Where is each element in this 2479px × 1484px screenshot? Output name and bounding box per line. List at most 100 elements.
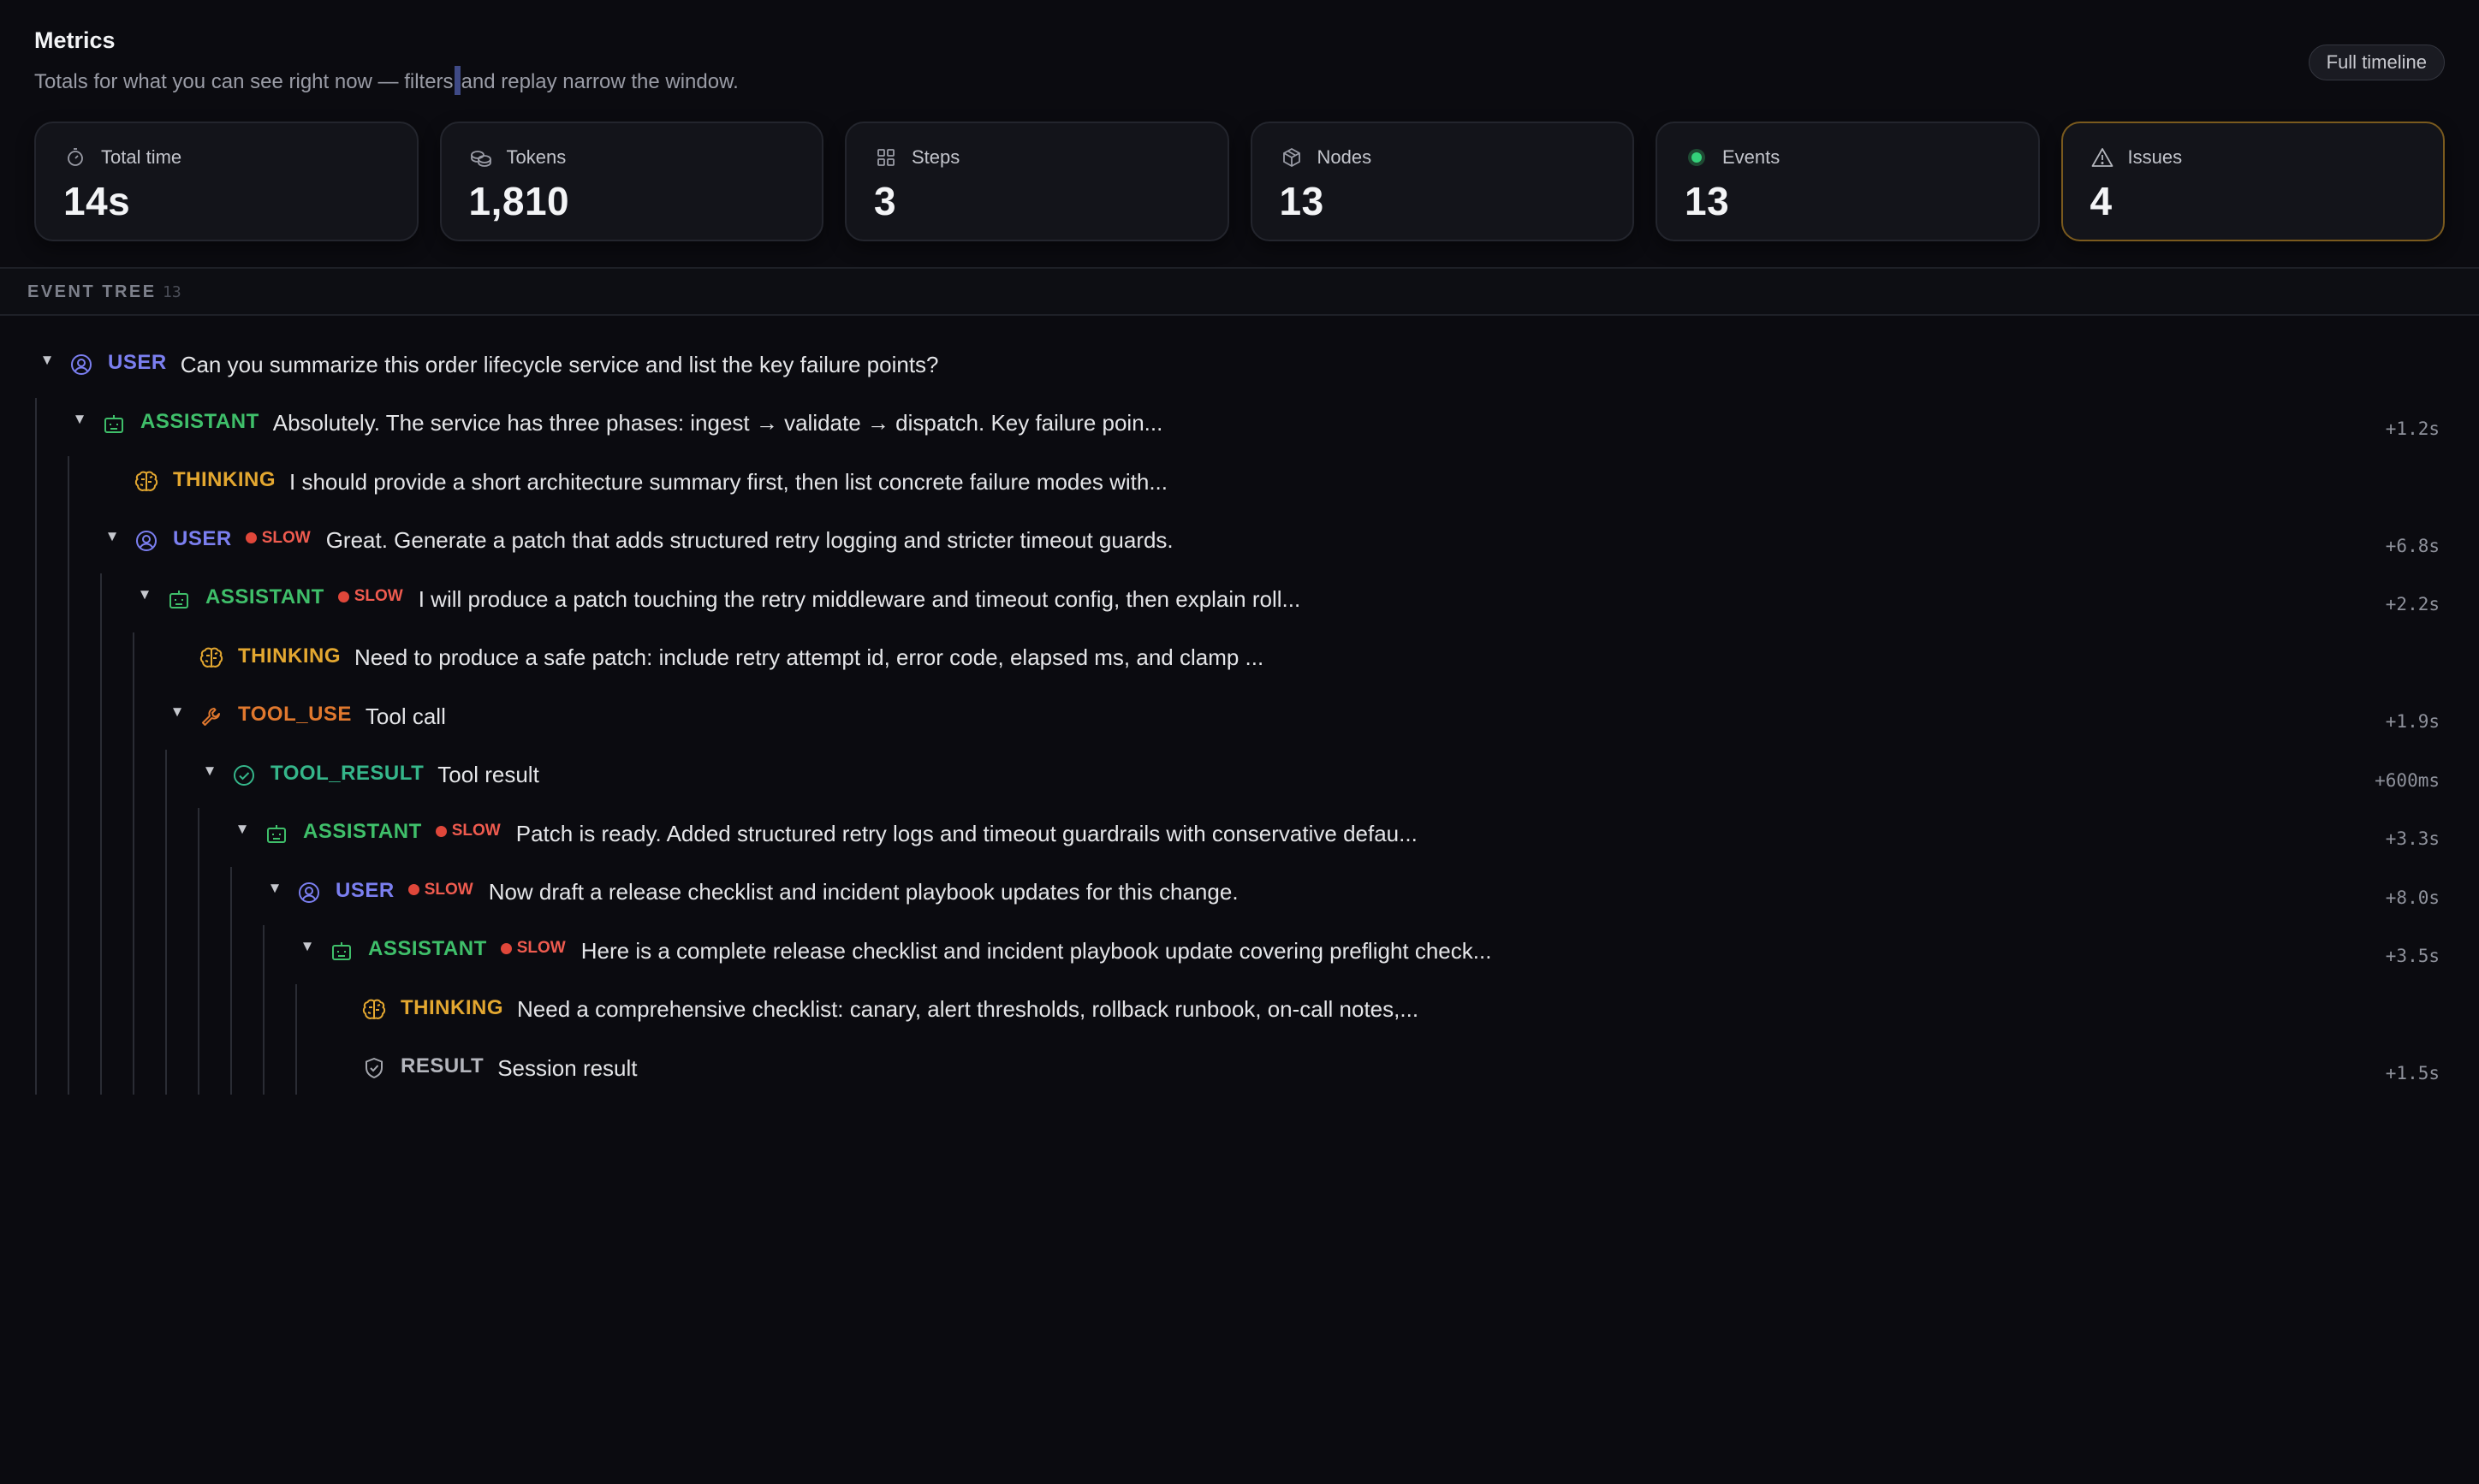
expand-toggle-icon[interactable]: ▼ [265, 880, 284, 897]
user-circle-icon [296, 880, 322, 905]
event-row-assistant[interactable]: ▼ ASSISTANT SLOW Patch is ready. Added stru… [0, 804, 2479, 863]
event-row-tool-use[interactable]: ▼ TOOL_USE Tool call +1.9s [0, 687, 2479, 745]
metric-label: Nodes [1317, 146, 1372, 168]
event-row-content: ▼THINKINGI should provide a short archit… [103, 453, 1168, 511]
event-duration: +1.5s [2385, 1063, 2440, 1083]
expand-toggle-icon[interactable]: ▼ [70, 411, 89, 428]
event-duration: +1.2s [2385, 418, 2440, 439]
slow-badge: SLOW [337, 587, 403, 606]
metric-label: Events [1722, 146, 1780, 168]
expand-toggle-icon[interactable]: ▼ [298, 938, 317, 955]
event-row-user[interactable]: ▼ USER SLOW Great. Generate a patch that ad… [0, 512, 2479, 570]
event-message: Now draft a release checklist and incide… [488, 879, 1239, 905]
event-role: ASSISTANT [205, 585, 324, 608]
event-role: ASSISTANT [140, 409, 259, 433]
event-message: Session result [497, 1054, 638, 1081]
metric-label: Total time [101, 146, 182, 168]
event-row-assistant[interactable]: ▼ ASSISTANT SLOW Here is a complete release… [0, 922, 2479, 980]
event-row-thinking[interactable]: ▼THINKINGNeed to produce a safe patch: i… [0, 629, 2479, 687]
metric-card-events: Events 13 [1656, 122, 2040, 241]
expand-toggle-icon[interactable]: ▼ [233, 821, 252, 838]
subtitle-start: Totals for what you can see right now — … [34, 70, 454, 93]
slow-badge: SLOW [435, 822, 501, 840]
event-row-tool-result[interactable]: ▼ TOOL_RESULT Tool result +600ms [0, 746, 2479, 804]
expand-toggle-icon[interactable]: ▼ [38, 352, 56, 369]
event-message: Need to produce a safe patch: include re… [354, 644, 1264, 670]
event-message: Tool call [365, 703, 446, 729]
event-role: THINKING [238, 644, 341, 668]
event-message: Can you summarize this order lifecycle s… [180, 351, 939, 377]
full-timeline-button[interactable]: Full timeline [2308, 45, 2445, 80]
metrics-header: Metrics Totals for what you can see righ… [34, 27, 2445, 96]
event-row-thinking[interactable]: ▼THINKINGI should provide a short archit… [0, 453, 2479, 511]
expand-toggle-icon[interactable]: ▼ [103, 528, 122, 545]
event-row-assistant[interactable]: ▼ ASSISTANT SLOW I will produce a patch tou… [0, 570, 2479, 628]
slow-label: SLOW [451, 822, 501, 840]
event-role: ASSISTANT [303, 820, 422, 843]
event-row-content: ▼ ASSISTANT SLOW Here is a complete release… [298, 922, 1492, 980]
event-duration: +8.0s [2385, 887, 2440, 908]
event-role: USER [336, 878, 395, 902]
metric-label: Steps [912, 146, 960, 168]
check-circle-icon [231, 763, 257, 788]
event-duration: +6.8s [2385, 535, 2440, 556]
robot-icon [329, 938, 354, 964]
event-row-content: ▼ ASSISTANT SLOW Patch is ready. Added stru… [233, 804, 1418, 863]
event-row-result[interactable]: ▼RESULTSession result+1.5s [0, 1039, 2479, 1097]
metric-value: 13 [1279, 179, 1324, 223]
expand-toggle-icon[interactable]: ▼ [168, 703, 187, 721]
event-row-assistant[interactable]: ▼ ASSISTANT Absolutely. The service has th… [0, 395, 2479, 453]
event-role: ASSISTANT [368, 937, 487, 960]
event-role: RESULT [401, 1054, 485, 1077]
slow-dot-icon [435, 825, 447, 837]
event-role: TOOL_USE [238, 703, 352, 726]
slow-dot-icon [500, 942, 512, 954]
expand-toggle-icon[interactable]: ▼ [135, 586, 154, 603]
robot-icon [166, 586, 192, 612]
wrench-icon [199, 703, 224, 729]
event-row-user[interactable]: ▼ USER Can you summarize this order lifecy… [0, 335, 2479, 394]
status-dot-icon [1685, 145, 1709, 169]
event-row-content: ▼ TOOL_USE Tool call [168, 687, 446, 745]
brain-icon [134, 469, 159, 495]
event-message: Absolutely. The service has three phases… [272, 410, 1163, 436]
event-row-content: ▼THINKINGNeed a comprehensive checklist:… [330, 981, 1418, 1039]
event-row-content: ▼ USER Can you summarize this order lifecy… [38, 335, 939, 394]
slow-badge: SLOW [500, 939, 566, 958]
event-message: Great. Generate a patch that adds struct… [325, 527, 1174, 553]
event-tree-title: EVENT TREE [27, 282, 157, 301]
event-duration: +600ms [2375, 769, 2440, 791]
event-duration: +2.2s [2385, 594, 2440, 614]
slow-label: SLOW [354, 587, 403, 605]
event-row-content: ▼ ASSISTANT SLOW I will produce a patch tou… [135, 570, 1301, 628]
event-duration: +1.9s [2385, 711, 2440, 732]
event-message: I should provide a short architecture su… [289, 468, 1168, 495]
event-tree: ▼ USER Can you summarize this order lifecy… [0, 335, 2479, 1106]
event-row-user[interactable]: ▼ USER SLOW Now draft a release checklist a… [0, 864, 2479, 922]
event-row-content: ▼ TOOL_RESULT Tool result [200, 746, 539, 804]
subtitle-end: and replay narrow the window. [461, 70, 739, 93]
event-message: I will produce a patch touching the retr… [418, 585, 1301, 612]
event-row-content: ▼THINKINGNeed to produce a safe patch: i… [168, 629, 1263, 687]
slow-label: SLOW [516, 939, 566, 957]
event-row-content: ▼ USER SLOW Now draft a release checklist a… [265, 864, 1239, 922]
event-row-thinking[interactable]: ▼THINKINGNeed a comprehensive checklist:… [0, 981, 2479, 1039]
event-role: USER [108, 351, 167, 374]
metric-value: 1,810 [468, 179, 570, 223]
event-duration: +3.5s [2385, 946, 2440, 966]
page-title: Metrics [34, 27, 116, 53]
robot-icon [264, 821, 289, 846]
expand-toggle-icon[interactable]: ▼ [200, 763, 219, 780]
event-row-content: ▼ USER SLOW Great. Generate a patch that ad… [103, 512, 1174, 570]
slow-badge: SLOW [245, 529, 311, 548]
stopwatch-icon [63, 145, 87, 169]
event-row-content: ▼ ASSISTANT Absolutely. The service has th… [70, 395, 1163, 453]
event-tree-header: EVENT TREE 13 [0, 267, 2479, 316]
event-tree-count: 13 [163, 283, 181, 301]
event-role: THINKING [401, 995, 503, 1019]
metric-value: 4 [2090, 179, 2113, 223]
brain-icon [199, 645, 224, 671]
event-message: Here is a complete release checklist and… [580, 937, 1492, 964]
event-role: THINKING [173, 468, 276, 491]
grid-icon [874, 145, 898, 169]
